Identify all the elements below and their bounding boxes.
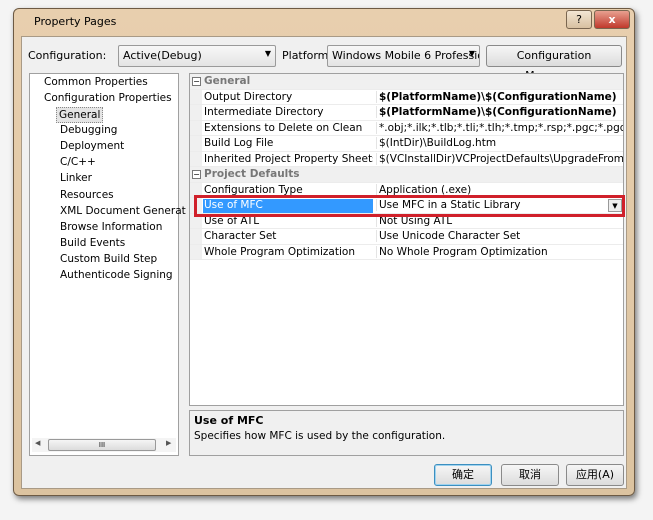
collapse-icon[interactable]: − bbox=[192, 170, 201, 179]
platform-select[interactable]: Windows Mobile 6 Professio ▼ bbox=[327, 45, 480, 67]
property-row[interactable]: Inherited Project Property Sheets $(VCIns… bbox=[190, 151, 623, 167]
tree-item-configuration-properties[interactable]: Configuration Properties bbox=[42, 91, 174, 105]
configuration-value: Active(Debug) bbox=[123, 49, 202, 62]
horizontal-scrollbar[interactable]: ◀ III ▶ bbox=[32, 438, 176, 452]
highlight-box bbox=[194, 195, 625, 217]
tree-item-browse-information[interactable]: Browse Information bbox=[58, 220, 164, 234]
tree-item-c-cpp[interactable]: C/C++ bbox=[58, 155, 98, 169]
configuration-select[interactable]: Active(Debug) ▼ bbox=[118, 45, 276, 67]
tree-item-resources[interactable]: Resources bbox=[58, 188, 116, 202]
property-row[interactable]: Character Set Use Unicode Character Set bbox=[190, 229, 623, 245]
description-text: Specifies how MFC is used by the configu… bbox=[194, 430, 446, 442]
tree-item-debugging[interactable]: Debugging bbox=[58, 123, 119, 137]
property-row[interactable]: Extensions to Delete on Clean *.obj;*.ilk… bbox=[190, 120, 623, 136]
window-title: Property Pages bbox=[34, 15, 117, 28]
ok-button[interactable]: 确定 bbox=[434, 464, 492, 486]
configuration-label: Configuration: bbox=[28, 49, 107, 62]
property-row[interactable]: Build Log File $(IntDir)\BuildLog.htm bbox=[190, 136, 623, 152]
description-title: Use of MFC bbox=[194, 414, 264, 427]
close-button[interactable]: x bbox=[594, 10, 630, 29]
tree-item-linker[interactable]: Linker bbox=[58, 171, 94, 185]
scroll-thumb[interactable]: III bbox=[48, 439, 156, 451]
configuration-manager-button[interactable]: Configuration Manager... bbox=[486, 45, 622, 82]
apply-button[interactable]: 应用(A) bbox=[566, 464, 624, 486]
tree-item-xml-document[interactable]: XML Document Generat bbox=[58, 204, 188, 218]
collapse-icon[interactable]: − bbox=[192, 77, 201, 86]
property-row[interactable]: Output Directory $(PlatformName)\$(Config… bbox=[190, 89, 623, 105]
tree-item-custom-build-step[interactable]: Custom Build Step bbox=[58, 252, 159, 266]
property-tree: Common Properties Configuration Properti… bbox=[29, 73, 186, 456]
platform-label: Platform: bbox=[282, 49, 333, 62]
tree-item-deployment[interactable]: Deployment bbox=[58, 139, 126, 153]
chevron-down-icon: ▼ bbox=[468, 49, 475, 58]
category-general[interactable]: − General bbox=[190, 74, 623, 90]
property-pages-dialog: Property Pages ? x Configuration: Active… bbox=[13, 8, 635, 496]
scroll-left-icon[interactable]: ◀ bbox=[35, 439, 40, 447]
property-row[interactable]: Intermediate Directory $(PlatformName)\$(… bbox=[190, 105, 623, 121]
category-project-defaults[interactable]: − Project Defaults bbox=[190, 167, 623, 183]
property-grid: − General Output Directory $(PlatformName)… bbox=[189, 73, 624, 406]
tree-item-general[interactable]: General bbox=[56, 107, 104, 123]
cancel-button[interactable]: 取消 bbox=[501, 464, 559, 486]
dialog-client: Configuration: Active(Debug) ▼ Platform: … bbox=[21, 36, 627, 489]
tree-item-authenticode-signing[interactable]: Authenticode Signing bbox=[58, 268, 175, 282]
chevron-down-icon: ▼ bbox=[264, 49, 271, 58]
tree-item-common-properties[interactable]: Common Properties bbox=[42, 75, 150, 89]
tree-item-build-events[interactable]: Build Events bbox=[58, 236, 127, 250]
help-button[interactable]: ? bbox=[566, 10, 592, 29]
description-panel: Use of MFC Specifies how MFC is used by … bbox=[189, 410, 624, 456]
property-row[interactable]: Whole Program Optimization No Whole Progr… bbox=[190, 244, 623, 260]
scroll-right-icon[interactable]: ▶ bbox=[166, 439, 171, 447]
platform-value: Windows Mobile 6 Professio bbox=[332, 49, 480, 62]
